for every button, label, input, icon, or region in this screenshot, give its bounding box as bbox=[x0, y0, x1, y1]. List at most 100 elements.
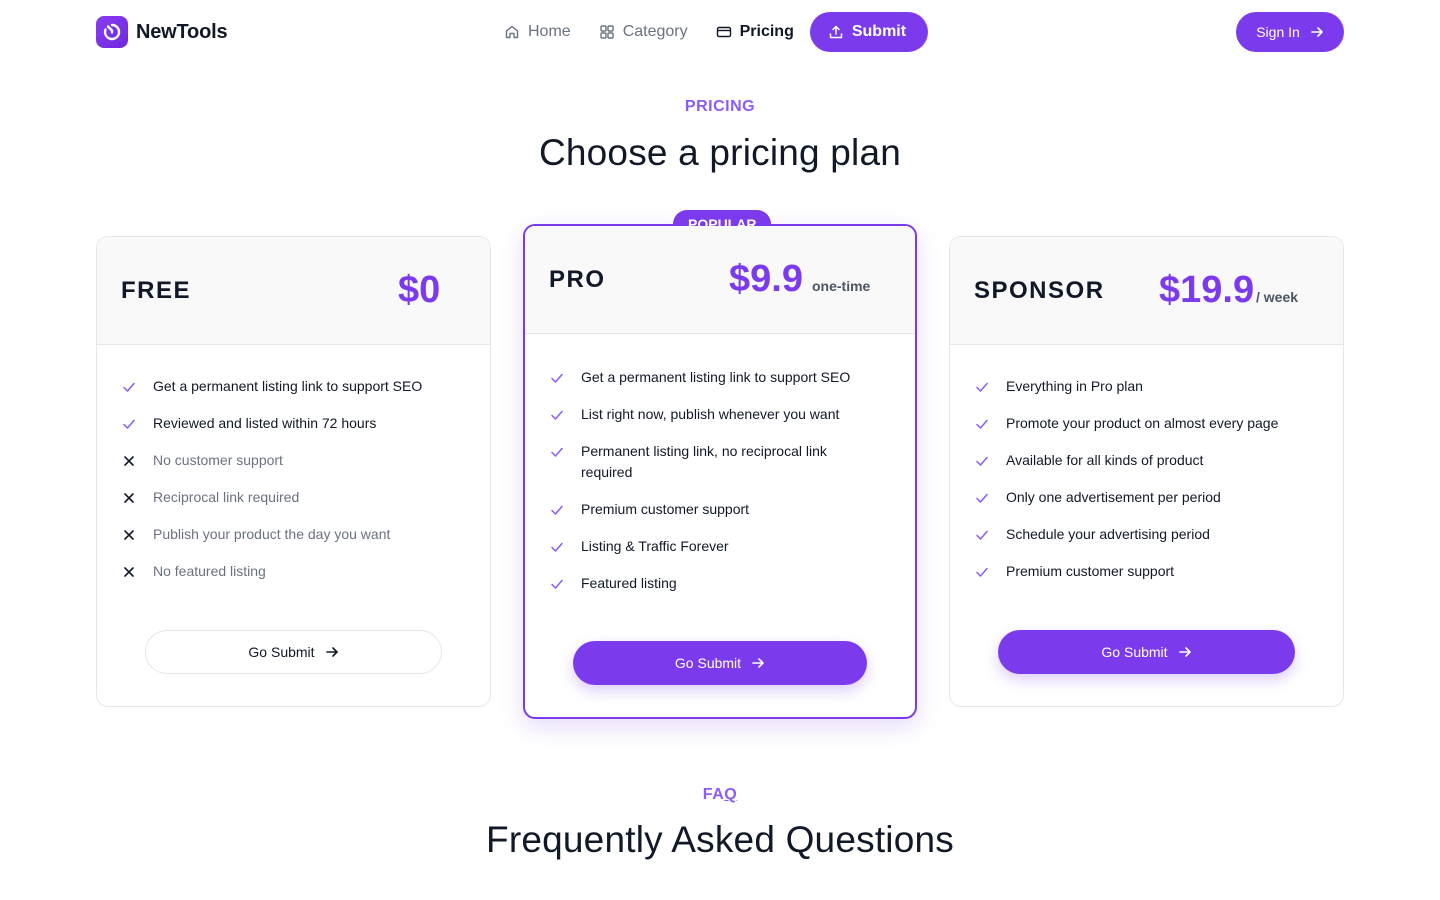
faq-eyebrow-a: FA bbox=[702, 786, 725, 803]
feature-item: Permanent listing link, no reciprocal li… bbox=[549, 441, 879, 483]
feature-list-sponsor: Everything in Pro plan Promote your prod… bbox=[974, 376, 1324, 598]
feature-text: Listing & Traffic Forever bbox=[581, 538, 729, 554]
faq-eyebrow[interactable]: FAQ bbox=[0, 786, 1440, 804]
feature-item: Publish your product the day you want bbox=[121, 524, 471, 545]
feature-list-free: Get a permanent listing link to support … bbox=[121, 376, 471, 598]
nav-item-category[interactable]: Category bbox=[599, 12, 688, 52]
plan-header-pro: PRO $9.9 one-time bbox=[525, 226, 915, 334]
nav-submit-button[interactable]: Submit bbox=[809, 12, 929, 52]
nav-submit-label: Submit bbox=[851, 23, 907, 40]
faq-title: Frequently Asked Questions bbox=[486, 819, 954, 860]
plan-name-pro: PRO bbox=[549, 266, 606, 293]
feature-text: Available for all kinds of product bbox=[1006, 452, 1204, 468]
check-icon bbox=[121, 413, 137, 434]
sign-in-label: Sign In bbox=[1256, 24, 1300, 40]
top-header: NewTools Home Category Pricing Submit Si… bbox=[0, 0, 1440, 64]
feature-text: Reviewed and listed within 72 hours bbox=[153, 415, 377, 431]
feature-text: Everything in Pro plan bbox=[1006, 378, 1143, 394]
feature-text: No featured listing bbox=[153, 563, 266, 579]
x-icon bbox=[121, 524, 137, 545]
plan-price-pro: $9.9 bbox=[729, 258, 803, 300]
pricing-title: Choose a pricing plan bbox=[538, 132, 902, 173]
plan-price-free: $0 bbox=[398, 269, 441, 311]
sign-in-button[interactable]: Sign In bbox=[1236, 12, 1344, 52]
feature-item: No customer support bbox=[121, 450, 471, 471]
feature-item: Premium customer support bbox=[549, 499, 879, 520]
feature-item: Everything in Pro plan bbox=[974, 376, 1324, 397]
go-submit-button-pro[interactable]: Go Submit bbox=[573, 641, 867, 685]
feature-item: Listing & Traffic Forever bbox=[549, 536, 879, 557]
grid-icon bbox=[599, 25, 614, 39]
go-submit-button-free[interactable]: Go Submit bbox=[145, 630, 442, 674]
go-submit-button-sponsor[interactable]: Go Submit bbox=[998, 630, 1295, 674]
check-icon bbox=[549, 441, 565, 462]
check-icon bbox=[549, 367, 565, 388]
plan-name-free: FREE bbox=[121, 277, 192, 304]
feature-item: No featured listing bbox=[121, 561, 471, 582]
feature-text: Featured listing bbox=[581, 575, 677, 591]
go-submit-label: Go Submit bbox=[674, 655, 742, 671]
plan-header-free: FREE $0 bbox=[97, 237, 490, 345]
check-icon bbox=[974, 561, 990, 582]
feature-item: Only one advertisement per period bbox=[974, 487, 1324, 508]
feature-text: Premium customer support bbox=[1006, 563, 1175, 579]
nav-item-pricing[interactable]: Pricing bbox=[716, 12, 794, 52]
check-icon bbox=[121, 376, 137, 397]
check-icon bbox=[974, 487, 990, 508]
upload-icon bbox=[829, 25, 843, 39]
brand-logo[interactable]: NewTools bbox=[96, 16, 228, 48]
plan-period-pro: one-time bbox=[812, 278, 871, 294]
check-icon bbox=[549, 404, 565, 425]
feature-text: List right now, publish whenever you wan… bbox=[581, 406, 840, 422]
arrow-right-icon bbox=[325, 647, 338, 657]
check-icon bbox=[974, 524, 990, 545]
credit-card-icon bbox=[716, 26, 731, 38]
feature-item: Reciprocal link required bbox=[121, 487, 471, 508]
plan-period-sponsor: / week bbox=[1256, 289, 1299, 305]
plan-card-sponsor: SPONSOR $19.9 / week Everything in Pro p… bbox=[949, 236, 1344, 707]
feature-item: Premium customer support bbox=[974, 561, 1324, 582]
feature-text: Get a permanent listing link to support … bbox=[581, 369, 851, 385]
check-icon bbox=[549, 573, 565, 594]
feature-text: Permanent listing link, no reciprocal li… bbox=[581, 443, 827, 480]
feature-text: Only one advertisement per period bbox=[1006, 489, 1221, 505]
feature-text: Reciprocal link required bbox=[153, 489, 300, 505]
check-icon bbox=[974, 413, 990, 434]
feature-list-pro: Get a permanent listing link to support … bbox=[549, 367, 879, 610]
feature-item: Get a permanent listing link to support … bbox=[121, 376, 471, 397]
plan-card-free: FREE $0 Get a permanent listing link to … bbox=[96, 236, 491, 707]
x-icon bbox=[121, 450, 137, 471]
check-icon bbox=[549, 536, 565, 557]
brand-name: NewTools bbox=[136, 20, 228, 43]
logo-icon bbox=[96, 16, 128, 48]
go-submit-label: Go Submit bbox=[248, 644, 315, 660]
check-icon bbox=[549, 499, 565, 520]
feature-text: Get a permanent listing link to support … bbox=[153, 378, 423, 394]
go-submit-label: Go Submit bbox=[1101, 644, 1168, 660]
arrow-right-icon bbox=[1310, 27, 1323, 37]
plan-name-sponsor: SPONSOR bbox=[974, 277, 1105, 304]
feature-item: Featured listing bbox=[549, 573, 879, 594]
feature-item: Get a permanent listing link to support … bbox=[549, 367, 879, 388]
plan-header-sponsor: SPONSOR $19.9 / week bbox=[950, 237, 1343, 345]
feature-item: Reviewed and listed within 72 hours bbox=[121, 413, 471, 434]
feature-item: Schedule your advertising period bbox=[974, 524, 1324, 545]
feature-text: Schedule your advertising period bbox=[1006, 526, 1210, 542]
x-icon bbox=[121, 487, 137, 508]
feature-text: Publish your product the day you want bbox=[153, 526, 391, 542]
nav-label-home: Home bbox=[528, 23, 571, 40]
nav-item-home[interactable]: Home bbox=[504, 12, 571, 52]
home-icon bbox=[505, 25, 519, 39]
nav-label-category: Category bbox=[622, 23, 688, 40]
arrow-right-icon bbox=[752, 658, 764, 668]
feature-item: Available for all kinds of product bbox=[974, 450, 1324, 471]
arrow-right-icon bbox=[1178, 647, 1191, 657]
feature-item: List right now, publish whenever you wan… bbox=[549, 404, 879, 425]
feature-text: Premium customer support bbox=[581, 501, 750, 517]
feature-text: No customer support bbox=[153, 452, 283, 468]
nav-label-pricing: Pricing bbox=[739, 23, 794, 40]
faq-eyebrow-b: Q bbox=[724, 786, 738, 803]
x-icon bbox=[121, 561, 137, 582]
main-nav: Home Category Pricing Submit bbox=[504, 12, 929, 52]
pricing-eyebrow: PRICING bbox=[684, 98, 756, 115]
